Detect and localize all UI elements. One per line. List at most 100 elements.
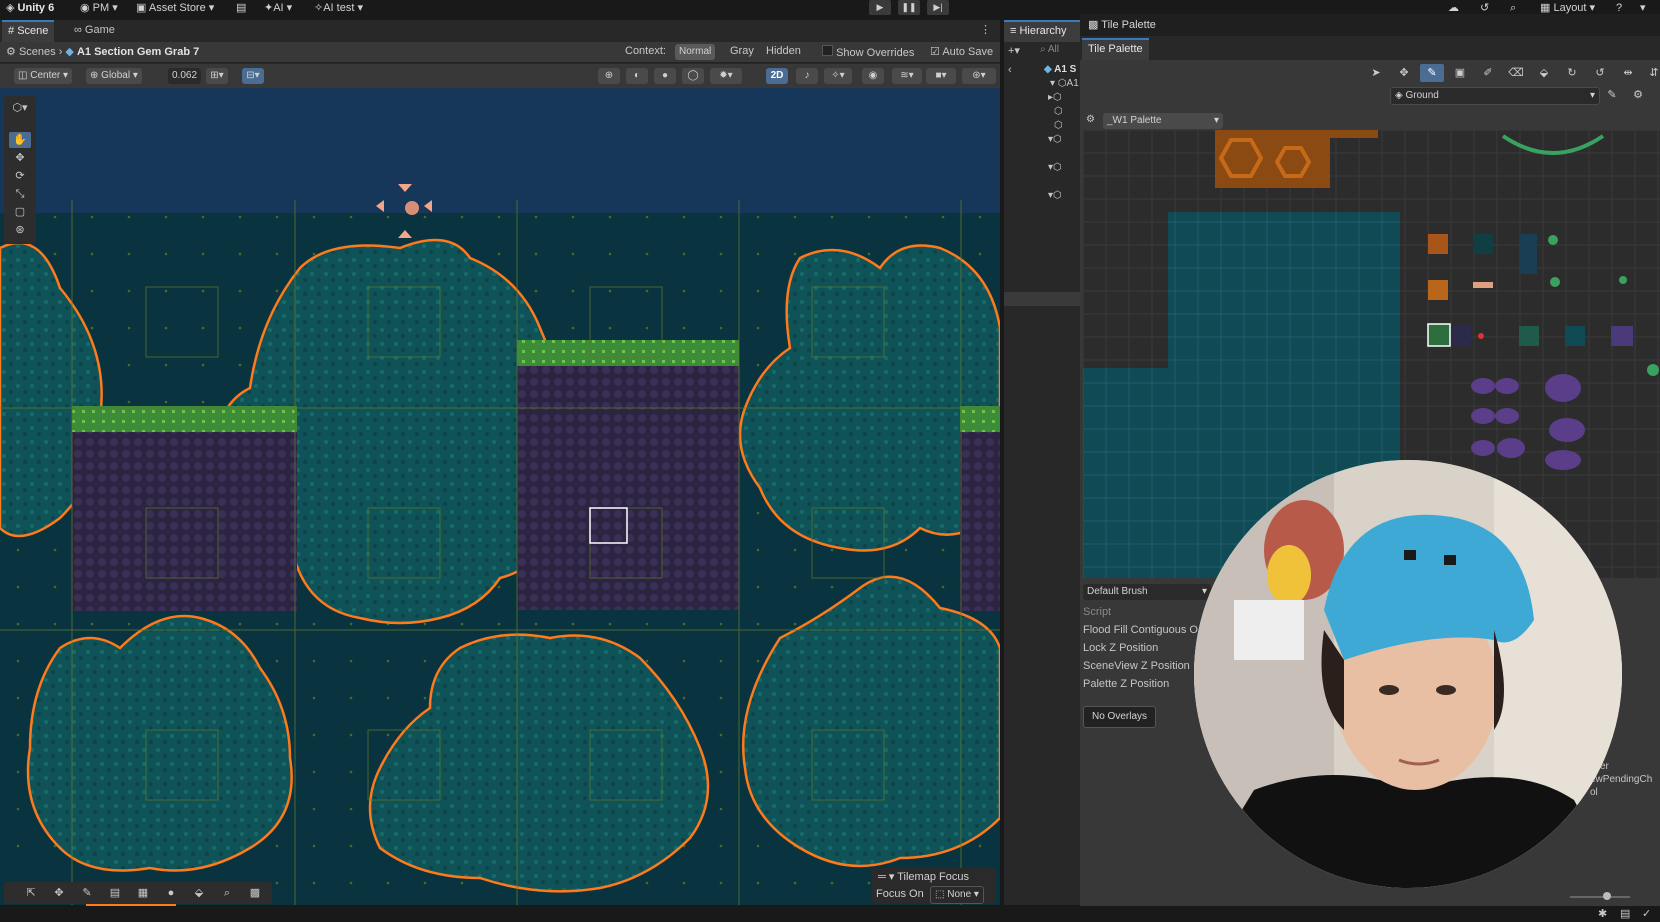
bug-icon[interactable]: ✱	[1598, 907, 1607, 920]
flip-vertical-icon[interactable]: ⇵	[1642, 64, 1660, 82]
grid-snap-icon[interactable]: ⊞▾	[206, 68, 228, 84]
lit-icon[interactable]: ●	[654, 68, 676, 84]
context-gray-button[interactable]: Gray	[730, 45, 754, 57]
grid-toggle-icon[interactable]: ⊟▾	[242, 68, 264, 84]
picker-icon[interactable]: ▦	[132, 885, 154, 901]
fx-icon[interactable]: ✧▾	[824, 68, 852, 84]
edit-tilemap-icon[interactable]: ✎	[1600, 86, 1624, 104]
scene-viewport[interactable]	[0, 88, 1000, 905]
picker-icon[interactable]: ✐	[1476, 64, 1500, 82]
tab-hierarchy[interactable]: ≡ Hierarchy	[1004, 20, 1086, 42]
hierarchy-node[interactable]: ⬡	[1054, 106, 1070, 118]
transform-tool-icon[interactable]: ⊛	[9, 222, 31, 238]
ai-dropdown[interactable]: ✦AI ▾	[264, 1, 292, 15]
move-icon[interactable]: ✥	[1392, 64, 1416, 82]
hierarchy-root-item[interactable]: ◆ A1 S	[1044, 64, 1076, 75]
hierarchy-node[interactable]: ▾⬡	[1048, 162, 1064, 174]
select-icon[interactable]: ⇱	[20, 885, 42, 901]
unity-menu[interactable]: ◈ Unity 6	[6, 1, 54, 15]
back-icon[interactable]: ‹	[1008, 64, 1012, 76]
tile-palette-titlebar[interactable]: ▩ Tile Palette	[1080, 14, 1660, 36]
paint-brush-icon[interactable]: ✎	[1420, 64, 1444, 82]
palette-dropdown[interactable]: _W1 Palette ▾	[1103, 113, 1223, 129]
fill-icon[interactable]: ⬙	[188, 885, 210, 901]
tab-game[interactable]: ∞ Game	[68, 20, 121, 40]
layout-dropdown[interactable]: ▦ Layout ▾	[1540, 1, 1595, 15]
shaded-icon[interactable]: ◐	[626, 68, 648, 84]
active-tilemap-dropdown[interactable]: ◈ Ground ▾	[1390, 87, 1600, 105]
hierarchy-node[interactable]: ⬡	[1054, 120, 1070, 132]
tab-tile-palette[interactable]: Tile Palette	[1082, 38, 1149, 60]
gizmos-icon[interactable]: ⊛▾	[962, 68, 996, 84]
rotate-tool-icon[interactable]: ⟳	[9, 168, 31, 184]
context-hidden-button[interactable]: Hidden	[766, 45, 801, 57]
menu-dropdown[interactable]: ▾	[1640, 1, 1646, 15]
hierarchy-search[interactable]: ⌕ All	[1040, 44, 1059, 55]
move-icon[interactable]: ✥	[48, 885, 70, 901]
show-overrides-toggle[interactable]: Show Overrides	[822, 45, 914, 59]
brush-dropdown[interactable]: Default Brush ▾	[1083, 584, 1211, 600]
lighting-icon[interactable]: ✹▾	[710, 68, 742, 84]
inspector-tail-line: ewPendingCh	[1590, 774, 1653, 785]
wireframe-icon[interactable]: ◯	[682, 68, 704, 84]
hierarchy-node[interactable]: ▾⬡	[1048, 190, 1064, 202]
context-normal-button[interactable]: Normal	[675, 44, 716, 60]
box-fill-icon[interactable]: ▣	[1448, 64, 1472, 82]
auto-save-toggle[interactable]: ☑ Auto Save	[930, 45, 993, 58]
search-icon[interactable]: ⌕	[216, 885, 238, 901]
brush-icon[interactable]: ✎	[76, 885, 98, 901]
hand-tool-icon[interactable]: ✋	[9, 132, 31, 148]
help-icon[interactable]: ?	[1616, 1, 1622, 15]
step-button[interactable]: ▶|	[927, 0, 949, 15]
pivot-dropdown[interactable]: ◫ Center ▾	[14, 68, 73, 84]
zoom-slider-thumb[interactable]	[1603, 892, 1611, 900]
camera-icon[interactable]: ■▾	[926, 68, 956, 84]
box-fill-icon[interactable]: ▤	[104, 885, 126, 901]
pause-button[interactable]: ❚❚	[898, 0, 920, 15]
asset-store-dropdown[interactable]: ▣ Asset Store ▾	[136, 1, 214, 15]
zoom-slider[interactable]	[1570, 896, 1630, 898]
view-options-icon[interactable]: ⬡▾	[9, 100, 31, 116]
rect-tool-icon[interactable]: ▢	[9, 204, 31, 220]
hierarchy-node[interactable]: ▾⬡	[1048, 134, 1064, 146]
tilemap-settings-icon[interactable]: ⚙	[1626, 86, 1650, 104]
history-icon[interactable]: ↺	[1480, 1, 1489, 15]
tilemap-focus-header[interactable]: ═ ▾ Tilemap Focus	[878, 870, 969, 883]
account-dropdown[interactable]: ◉ PM ▾	[80, 1, 118, 15]
snap-value-field[interactable]: 0.062	[168, 68, 202, 84]
plus-icon[interactable]: +▾	[1008, 44, 1020, 57]
eraser-icon[interactable]: ⌫	[1504, 64, 1528, 82]
flip-icon[interactable]: ⇹	[1616, 64, 1640, 82]
gizmo-center-icon[interactable]: ⊕	[598, 68, 620, 84]
mode-2d-toggle[interactable]: 2D	[766, 68, 788, 84]
rotate-icon[interactable]: ↻	[1560, 64, 1584, 82]
palette-icon[interactable]: ▩	[244, 885, 266, 901]
search-icon[interactable]: ⌕	[1510, 1, 1516, 15]
focus-on-dropdown[interactable]: ⬚ None ▾	[930, 886, 984, 904]
audio-icon[interactable]: ♪	[796, 68, 818, 84]
breadcrumb-scene[interactable]: A1 Section Gem Grab 7	[77, 46, 199, 58]
rotate-ccw-icon[interactable]: ↺	[1588, 64, 1612, 82]
tab-scene[interactable]: # Scene	[2, 20, 55, 42]
kebab-icon[interactable]: ⋮	[974, 20, 997, 40]
move-tool-icon[interactable]: ✥	[9, 150, 31, 166]
eraser-icon[interactable]: ●	[160, 885, 182, 901]
network-icon[interactable]: ▤	[1620, 907, 1630, 920]
visibility-icon[interactable]: ◉	[862, 68, 884, 84]
no-overlays-button[interactable]: No Overlays	[1083, 706, 1157, 728]
ai-test-dropdown[interactable]: ✧AI test ▾	[314, 1, 363, 15]
select-arrow-icon[interactable]: ➤	[1364, 64, 1388, 82]
scale-tool-icon[interactable]: ⤡	[9, 186, 31, 202]
space-dropdown[interactable]: ⊕ Global ▾	[86, 68, 142, 84]
hierarchy-node[interactable]: ▸⬡	[1048, 92, 1064, 104]
play-button[interactable]: ▶	[869, 0, 891, 15]
layers-icon[interactable]: ≋▾	[892, 68, 922, 84]
breadcrumb-root[interactable]: Scenes	[19, 46, 56, 58]
hierarchy-selected-row[interactable]	[1004, 292, 1080, 306]
package-icon[interactable]: ▤	[236, 1, 246, 15]
palette-settings-icon[interactable]: ⚙	[1086, 114, 1095, 125]
check-icon[interactable]: ✓	[1642, 907, 1651, 920]
fill-icon[interactable]: ⬙	[1532, 64, 1556, 82]
hierarchy-child-item[interactable]: ▾ ⬡A1	[1050, 78, 1079, 89]
cloud-icon[interactable]: ☁	[1448, 1, 1459, 15]
